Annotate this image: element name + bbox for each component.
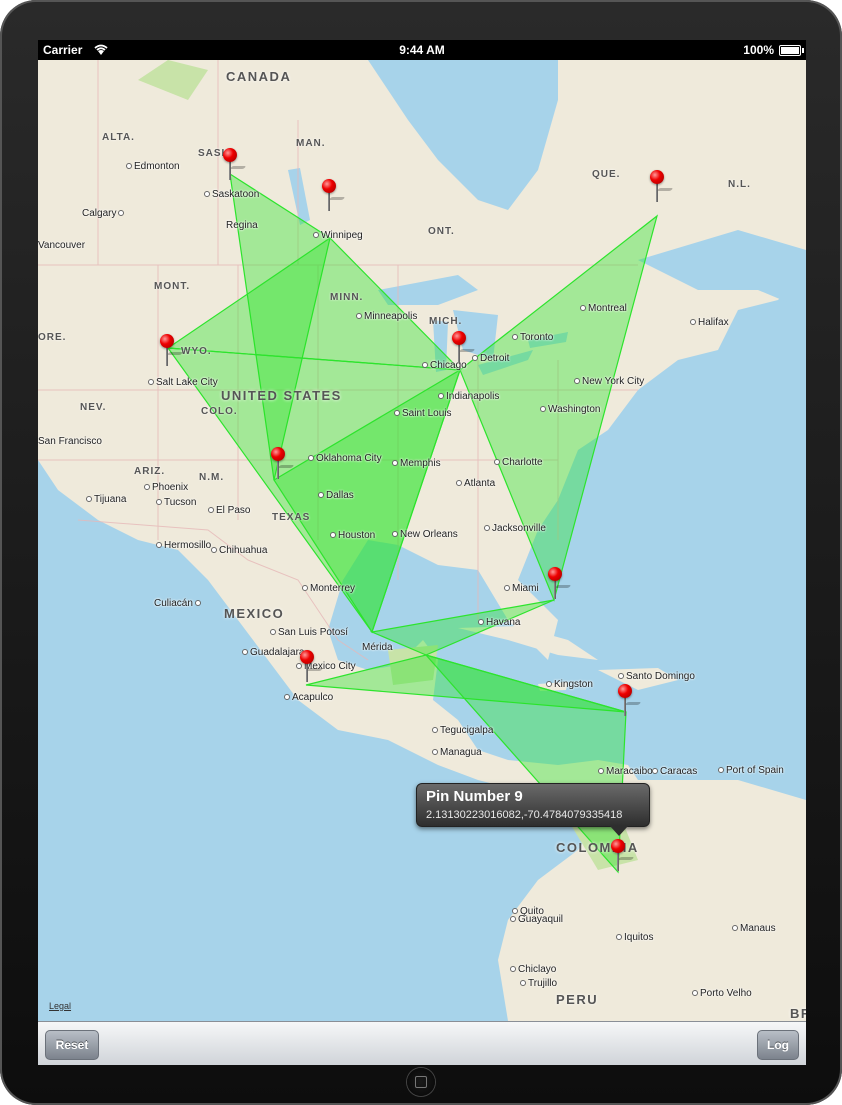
city-label: Oklahoma City [308, 453, 382, 464]
city-label: Guadalajara [242, 647, 304, 658]
region-label: MONT. [154, 281, 191, 292]
city-label: Vancouver [38, 240, 86, 251]
city-label: Houston [330, 530, 375, 541]
map-pin[interactable] [159, 334, 184, 370]
city-label: Edmonton [126, 161, 180, 172]
map-pin[interactable] [270, 447, 295, 483]
city-label: Minneapolis [356, 311, 417, 322]
city-label: Tegucigalpa [432, 725, 493, 736]
callout-subtitle: 2.13130223016082,-70.4784079335418 [426, 809, 623, 821]
map-view[interactable]: CANADA UNITED STATES MEXICO COLOMBIA PER… [38, 60, 806, 1021]
overlay-triangle [369, 599, 555, 656]
city-label: Winnipeg [313, 230, 363, 241]
country-label: BR [790, 1006, 806, 1021]
city-label: Chihuahua [211, 545, 267, 556]
city-label: Manaus [732, 923, 776, 934]
city-label: Montreal [580, 303, 627, 314]
region-label: MINN. [330, 292, 364, 303]
city-label: Porto Velho [692, 988, 752, 999]
city-label: San Francisco [38, 436, 102, 447]
city-label: Atlanta [456, 478, 495, 489]
region-label: ORE. [38, 332, 67, 343]
region-label: N.L. [728, 179, 751, 190]
country-label: PERU [556, 992, 599, 1007]
overlay-polygons [166, 172, 659, 874]
map-pin[interactable] [222, 148, 247, 184]
city-label: Culiacán [154, 598, 203, 609]
city-label: New Orleans [392, 529, 458, 540]
city-label: Indianapolis [438, 391, 499, 402]
pin-callout[interactable]: Pin Number 9 2.13130223016082,-70.478407… [416, 783, 650, 836]
city-label: Halifax [690, 317, 729, 328]
city-label: Monterrey [302, 583, 355, 594]
region-label: COLO. [201, 406, 238, 417]
city-label: Salt Lake City [148, 377, 218, 388]
clock: 9:44 AM [399, 43, 445, 57]
map-pin[interactable] [617, 684, 642, 720]
city-label: Mérida [362, 642, 393, 653]
ipad-frame: Carrier 9:44 AM 100% CANADA UNITED STATE… [0, 0, 842, 1105]
map-pin[interactable] [547, 567, 572, 603]
region-label: ONT. [428, 226, 455, 237]
city-label: Iquitos [616, 932, 653, 943]
region-label: MICH. [429, 316, 463, 327]
region-label: TEXAS [272, 512, 311, 523]
city-label: Charlotte [494, 457, 543, 468]
city-label: Saint Louis [394, 408, 451, 419]
region-label: N.M. [199, 472, 225, 483]
city-label: Toronto [512, 332, 553, 343]
map-pin[interactable] [451, 331, 476, 367]
home-button[interactable] [407, 1068, 435, 1096]
city-label: Tijuana [86, 494, 126, 505]
city-label: Calgary [82, 208, 126, 219]
city-label: Kingston [546, 679, 593, 690]
city-label: Regina [226, 220, 258, 231]
city-label: Guayaquil [510, 914, 563, 925]
city-label: Acapulco [284, 692, 333, 703]
region-label: ALTA. [102, 132, 135, 143]
legal-link[interactable]: Legal [49, 1001, 71, 1011]
city-label: Port of Spain [718, 765, 784, 776]
map-pin[interactable] [321, 179, 346, 215]
region-label: QUE. [592, 169, 621, 180]
region-label: ARIZ. [134, 466, 166, 477]
region-label: NEV. [80, 402, 107, 413]
city-label: Tucson [156, 497, 196, 508]
city-label: Phoenix [144, 482, 188, 493]
city-label: Santo Domingo [618, 671, 695, 682]
city-label: Memphis [392, 458, 441, 469]
region-label: MAN. [296, 138, 326, 149]
city-label: Miami [504, 583, 539, 594]
city-label: Dallas [318, 490, 354, 501]
battery-percent: 100% [743, 43, 774, 57]
city-label: Chiclayo [510, 964, 556, 975]
map-pin[interactable] [610, 839, 635, 875]
city-label: Caracas [652, 766, 697, 777]
reset-button[interactable]: Reset [45, 1030, 99, 1060]
city-label: Jacksonville [484, 523, 546, 534]
city-label: Managua [432, 747, 482, 758]
city-label: San Luis Potosí [270, 627, 348, 638]
status-bar: Carrier 9:44 AM 100% [38, 40, 806, 60]
city-label: Washington [540, 404, 600, 415]
map-pin[interactable] [649, 170, 674, 206]
callout-title: Pin Number 9 [426, 788, 523, 805]
city-label: Detroit [472, 353, 509, 364]
bottom-toolbar: Reset Log [38, 1021, 806, 1065]
city-label: Hermosillo [156, 540, 211, 551]
city-label: El Paso [208, 505, 250, 516]
log-button[interactable]: Log [757, 1030, 799, 1060]
country-label: MEXICO [224, 606, 285, 621]
battery-icon [779, 45, 804, 56]
city-label: Maracaibo [598, 766, 653, 777]
screen: Carrier 9:44 AM 100% CANADA UNITED STATE… [38, 40, 806, 1065]
city-label: New York City [574, 376, 644, 387]
city-label: Saskatoon [204, 189, 259, 200]
region-label: WYO. [181, 346, 212, 357]
country-label: UNITED STATES [221, 388, 342, 403]
country-label: CANADA [226, 69, 292, 84]
city-label: Havana [478, 617, 520, 628]
map-pin[interactable] [299, 650, 324, 686]
city-label: Trujillo [520, 978, 557, 989]
